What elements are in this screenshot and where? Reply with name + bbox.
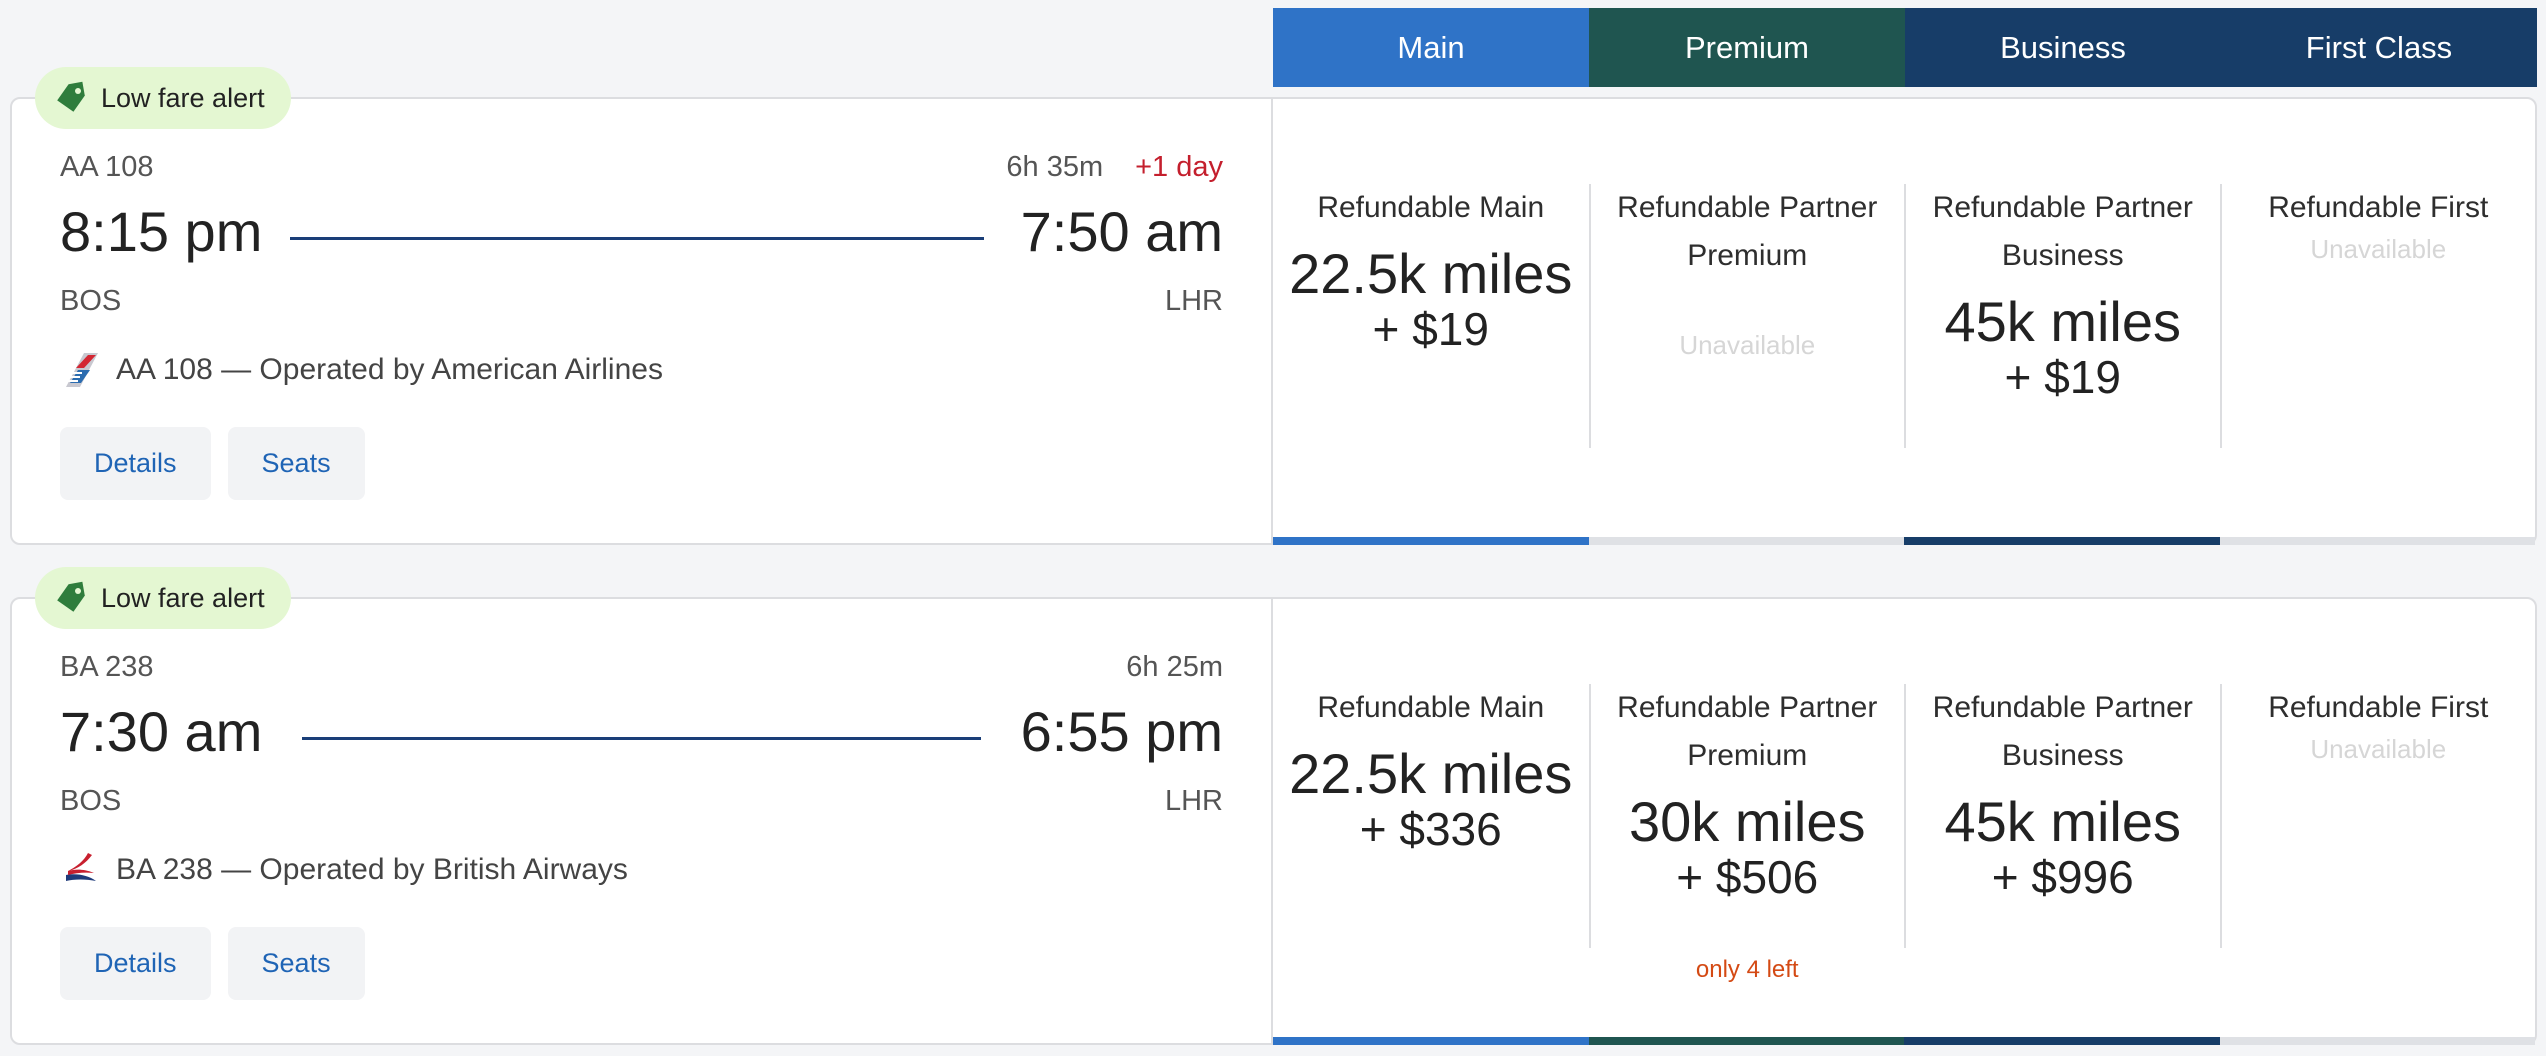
fare-option-first: Refundable First Unavailable xyxy=(2219,99,2535,545)
low-fare-alert-badge: Low fare alert xyxy=(35,67,291,129)
flight-info: BA 238 6h 25m 7:30 am 6:55 pm BOS LHR BA… xyxy=(12,599,1273,1043)
price-tag-icon xyxy=(57,581,85,612)
fare-name: Refundable Partner Premium xyxy=(1617,691,1878,772)
departure-time: 7:30 am xyxy=(60,700,263,763)
fare-option-premium: Refundable Partner Premium Unavailable xyxy=(1588,99,1904,545)
fare-color-bar xyxy=(2219,537,2535,545)
fare-miles: 45k miles xyxy=(1944,290,2182,353)
fare-options: Refundable Main 22.5k miles + $19 Refund… xyxy=(1273,99,2535,545)
fare-fee: + $996 xyxy=(1991,851,2134,903)
fare-name: Refundable Partner Premium xyxy=(1617,191,1878,272)
fare-fee: + $19 xyxy=(1372,303,1489,355)
fare-option-premium[interactable]: Refundable Partner Premium 30k miles + $… xyxy=(1588,599,1904,1045)
departure-airport: BOS xyxy=(60,285,122,317)
fare-miles: 45k miles xyxy=(1944,790,2182,853)
flight-info: AA 108 6h 35m +1 day 8:15 pm 7:50 am BOS… xyxy=(12,99,1273,543)
fare-miles: 30k miles xyxy=(1628,790,1866,853)
seats-button[interactable]: Seats xyxy=(227,427,365,500)
badge-label: Low fare alert xyxy=(101,582,265,613)
fare-fee: + $506 xyxy=(1676,851,1819,903)
fare-option-business[interactable]: Refundable Partner Business 45k miles + … xyxy=(1904,599,2220,1045)
operated-by-label: AA 108 — Operated by American Airlines xyxy=(116,353,663,386)
plus-day-indicator: +1 day xyxy=(1135,151,1223,183)
cabin-header-bar: Main Premium Business First Class xyxy=(1273,8,2537,87)
fare-fee: + $336 xyxy=(1359,803,1502,855)
route-line xyxy=(290,237,984,240)
fare-color-bar xyxy=(1904,1037,2220,1045)
departure-airport: BOS xyxy=(60,785,122,817)
fare-unavailable: Unavailable xyxy=(2310,734,2447,764)
fare-miles: 22.5k miles xyxy=(1289,242,1573,305)
british-airways-logo-icon xyxy=(66,853,96,881)
operated-by-label: BA 238 — Operated by British Airways xyxy=(116,853,628,886)
fare-option-first: Refundable First Unavailable xyxy=(2219,599,2535,1045)
arrival-time: 6:55 pm xyxy=(1020,700,1223,763)
fare-color-bar xyxy=(1588,1037,1904,1045)
operated-by: AA 108 — Operated by American Airlines xyxy=(62,351,663,389)
operated-by: BA 238 — Operated by British Airways xyxy=(62,851,628,889)
fare-miles: 22.5k miles xyxy=(1289,742,1573,805)
fare-name: Refundable Partner Business xyxy=(1932,191,2193,272)
departure-time: 8:15 pm xyxy=(60,200,263,263)
price-tag-icon xyxy=(57,81,85,112)
badge-label: Low fare alert xyxy=(101,82,265,113)
fare-name: Refundable First xyxy=(2268,691,2489,724)
seats-button[interactable]: Seats xyxy=(227,927,365,1000)
arrival-time: 7:50 am xyxy=(1020,200,1223,263)
fare-option-main[interactable]: Refundable Main 22.5k miles + $19 xyxy=(1273,99,1589,545)
cabin-header-premium[interactable]: Premium xyxy=(1589,8,1905,87)
fare-color-bar xyxy=(2219,1037,2535,1045)
fare-color-bar xyxy=(1273,1037,1589,1045)
details-button[interactable]: Details xyxy=(60,427,211,500)
fare-name: Refundable Main xyxy=(1317,191,1545,224)
details-button[interactable]: Details xyxy=(60,927,211,1000)
fare-unavailable: Unavailable xyxy=(2310,234,2447,264)
cabin-header-main[interactable]: Main xyxy=(1273,8,1589,87)
duration-row: 6h 25m xyxy=(1126,651,1223,684)
fare-unavailable: Unavailable xyxy=(1679,330,1816,360)
fare-color-bar xyxy=(1904,537,2220,545)
fare-option-main[interactable]: Refundable Main 22.5k miles + $336 xyxy=(1273,599,1589,1045)
flight-number: AA 108 xyxy=(60,151,154,183)
fare-color-bar xyxy=(1588,537,1904,545)
fare-color-bar xyxy=(1273,537,1589,545)
fare-name: Refundable Partner Business xyxy=(1932,691,2193,772)
fare-options: Refundable Main 22.5k miles + $336 Refun… xyxy=(1273,599,2535,1045)
fare-name: Refundable First xyxy=(2268,191,2489,224)
flight-number: BA 238 xyxy=(60,651,154,683)
seats-left-notice: only 4 left xyxy=(1695,956,1799,983)
duration-row: 6h 35m +1 day xyxy=(1006,151,1223,184)
flight-card: BA 238 6h 25m 7:30 am 6:55 pm BOS LHR BA… xyxy=(10,597,2537,1045)
fare-fee: + $19 xyxy=(2004,351,2121,403)
cabin-header-business[interactable]: Business xyxy=(1905,8,2221,87)
flight-duration: 6h 35m xyxy=(1006,151,1104,183)
fare-option-business[interactable]: Refundable Partner Business 45k miles + … xyxy=(1904,99,2220,545)
cabin-header-first-class[interactable]: First Class xyxy=(2221,8,2537,87)
arrival-airport: LHR xyxy=(1164,285,1223,317)
low-fare-alert-badge: Low fare alert xyxy=(35,567,291,629)
route-line xyxy=(302,737,981,740)
flight-card: AA 108 6h 35m +1 day 8:15 pm 7:50 am BOS… xyxy=(10,97,2537,545)
arrival-airport: LHR xyxy=(1164,785,1223,817)
american-airlines-logo-icon xyxy=(66,353,98,387)
flight-duration: 6h 25m xyxy=(1126,651,1223,683)
fare-name: Refundable Main xyxy=(1317,691,1545,724)
